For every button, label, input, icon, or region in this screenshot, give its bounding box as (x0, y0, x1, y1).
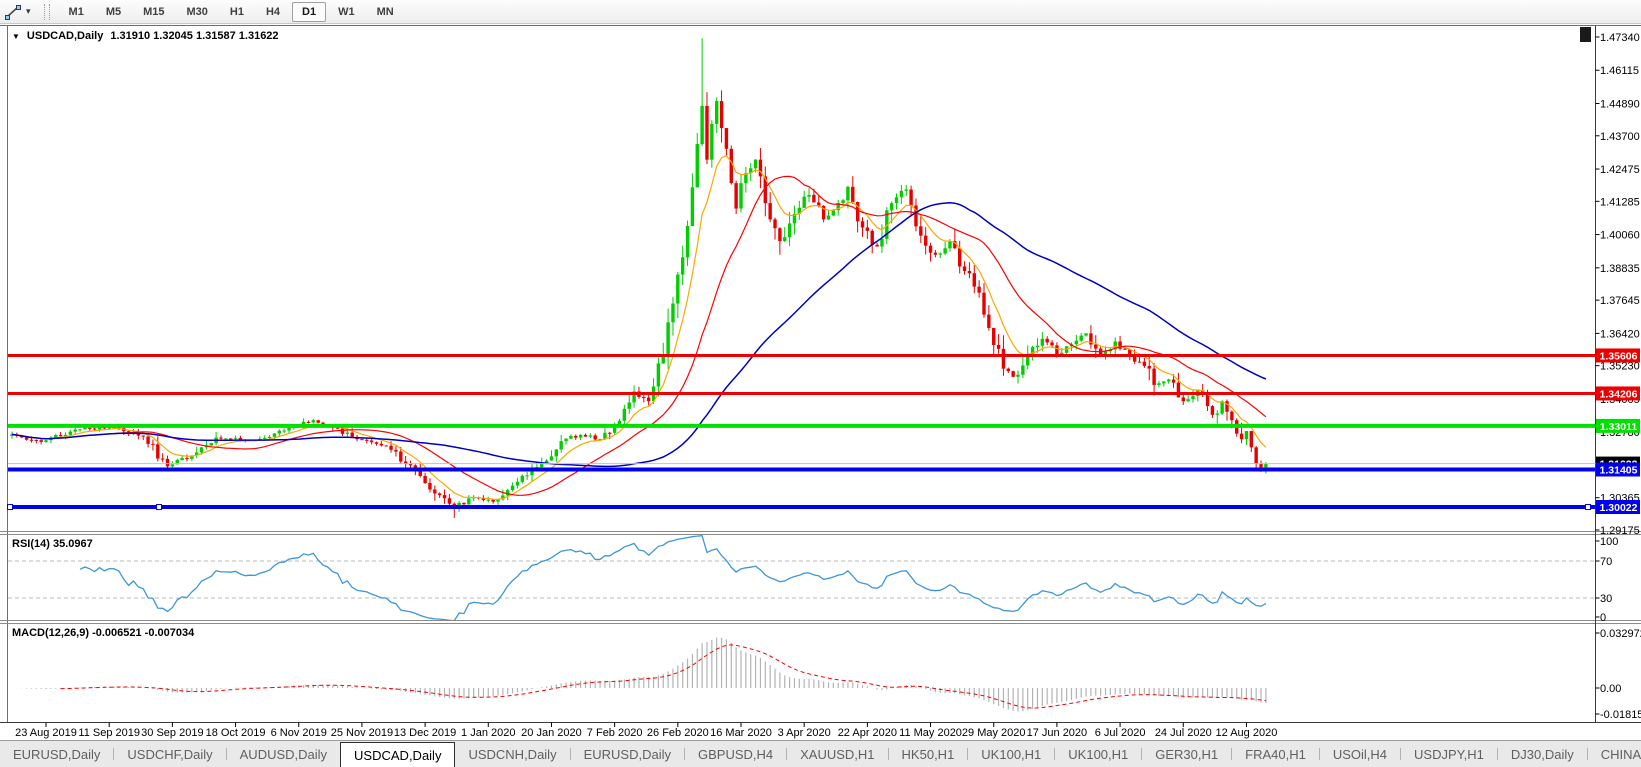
timeframe-button-group: M1M5M15M30H1H4D1W1MN (58, 2, 405, 22)
svg-text:16 Mar 2020: 16 Mar 2020 (710, 727, 772, 739)
top-toolbar: ▾ M1M5M15M30H1H4D1W1MN (0, 0, 1641, 24)
macd-axis[interactable]: 0.032972 0.00 -0.018154 (1596, 628, 1641, 721)
tab-usdcnh-daily[interactable]: USDCNH,Daily (455, 741, 569, 767)
timeframe-button-m5[interactable]: M5 (96, 2, 131, 22)
svg-text:1.44890: 1.44890 (1600, 98, 1640, 110)
tab-fra40-h1[interactable]: FRA40,H1 (1232, 741, 1319, 767)
svg-text:1.38835: 1.38835 (1600, 263, 1640, 275)
svg-text:0.032972: 0.032972 (1600, 628, 1641, 640)
svg-text:20 Jan 2020: 20 Jan 2020 (521, 727, 582, 739)
timeframe-button-w1[interactable]: W1 (328, 2, 365, 22)
tab-uk100-h1[interactable]: UK100,H1 (1055, 741, 1141, 767)
tab-uk100-h1[interactable]: UK100,H1 (968, 741, 1054, 767)
timeframe-button-m1[interactable]: M1 (59, 2, 94, 22)
hline-selection-handle[interactable] (157, 505, 162, 510)
svg-text:29 May 2020: 29 May 2020 (962, 727, 1026, 739)
svg-text:25 Nov 2019: 25 Nov 2019 (331, 727, 393, 739)
timeframe-button-h4[interactable]: H4 (256, 2, 290, 22)
tab-gbpusd-h4[interactable]: GBPUSD,H4 (685, 741, 786, 767)
svg-text:70: 70 (1600, 556, 1612, 568)
tab-usdjpy-h1[interactable]: USDJPY,H1 (1401, 741, 1497, 767)
svg-text:17 Jun 2020: 17 Jun 2020 (1027, 727, 1088, 739)
svg-text:7 Feb 2020: 7 Feb 2020 (587, 727, 643, 739)
svg-text:0: 0 (1600, 612, 1606, 624)
svg-text:1.35606: 1.35606 (1600, 350, 1638, 362)
timeframe-button-d1[interactable]: D1 (292, 2, 326, 22)
chart-tabs: EURUSD,DailyUSDCHF,DailyAUDUSD,DailyUSDC… (0, 741, 1641, 767)
candlestick-series (10, 38, 1267, 518)
svg-text:1.34206: 1.34206 (1600, 388, 1638, 400)
timeframe-button-m30[interactable]: M30 (177, 2, 218, 22)
chart-symbol-label: USDCAD,Daily (27, 30, 103, 42)
svg-text:24 Jul 2020: 24 Jul 2020 (1155, 727, 1212, 739)
price-badge-1.35606: 1.35606 (1596, 348, 1640, 362)
svg-text:12 Aug 2020: 12 Aug 2020 (1216, 727, 1278, 739)
svg-text:1.33011: 1.33011 (1600, 421, 1638, 433)
tool-dropdown-arrow-icon[interactable]: ▾ (26, 6, 31, 17)
line-studies-tool-button[interactable]: ▾ (0, 4, 34, 20)
timeframe-button-h1[interactable]: H1 (220, 2, 254, 22)
price-badge-1.34206: 1.34206 (1596, 386, 1640, 400)
svg-text:1.43700: 1.43700 (1600, 131, 1640, 143)
svg-text:6 Jul 2020: 6 Jul 2020 (1095, 727, 1146, 739)
svg-text:6 Nov 2019: 6 Nov 2019 (271, 727, 327, 739)
svg-text:1.31405: 1.31405 (1600, 464, 1638, 476)
timeframe-button-m15[interactable]: M15 (133, 2, 174, 22)
tab-dj30-daily[interactable]: DJ30,Daily (1498, 741, 1587, 767)
svg-text:18 Oct 2019: 18 Oct 2019 (206, 727, 266, 739)
svg-text:1.40060: 1.40060 (1600, 230, 1640, 242)
svg-text:13 Dec 2019: 13 Dec 2019 (394, 727, 456, 739)
svg-text:-0.018154: -0.018154 (1600, 709, 1641, 721)
tab-eurusd-daily[interactable]: EURUSD,Daily (571, 741, 684, 767)
price-badge-1.33011: 1.33011 (1596, 419, 1640, 433)
tab-usoil-h4[interactable]: USOil,H4 (1320, 741, 1400, 767)
tab-usdcad-daily[interactable]: USDCAD,Daily (340, 742, 455, 767)
svg-text:22 Apr 2020: 22 Apr 2020 (838, 727, 897, 739)
price-badge-1.31405: 1.31405 (1596, 462, 1640, 476)
rsi-line (80, 536, 1266, 621)
svg-text:26 Feb 2020: 26 Feb 2020 (647, 727, 709, 739)
svg-text:30 Sep 2019: 30 Sep 2019 (141, 727, 203, 739)
tab-xauusd-h1[interactable]: XAUUSD,H1 (787, 741, 887, 767)
tab-ger30-h1[interactable]: GER30,H1 (1142, 741, 1231, 767)
svg-text:1.47340: 1.47340 (1600, 32, 1640, 44)
trendline-tool-icon (4, 4, 22, 20)
chart-header: ▼ USDCAD,Daily 1.31910 1.32045 1.31587 1… (12, 30, 279, 42)
svg-text:1 Jan 2020: 1 Jan 2020 (461, 727, 515, 739)
svg-text:1.41285: 1.41285 (1600, 196, 1640, 208)
hline-selection-handle[interactable] (8, 505, 13, 510)
chart-tab-bar: EURUSD,DailyUSDCHF,DailyAUDUSD,DailyUSDC… (0, 740, 1641, 767)
tab-hk50-h1[interactable]: HK50,H1 (889, 741, 968, 767)
svg-text:0.00: 0.00 (1600, 683, 1621, 695)
tab-china300-h1[interactable]: CHINA300,H1 (1588, 741, 1641, 767)
macd-signal-line (61, 645, 1266, 708)
svg-text:1.30022: 1.30022 (1600, 502, 1638, 514)
price-badge-1.30022: 1.30022 (1596, 500, 1640, 514)
price-chart-canvas[interactable]: 1.47340 1.46115 1.44890 1.43700 1.42475 1.412… (0, 0, 1641, 767)
svg-text:11 Sep 2019: 11 Sep 2019 (78, 727, 140, 739)
toolbar-grip[interactable] (44, 4, 50, 20)
svg-text:1.42475: 1.42475 (1600, 164, 1640, 176)
macd-indicator-label: MACD(12,26,9) -0.006521 -0.007034 (12, 627, 194, 639)
tab-eurusd-daily[interactable]: EURUSD,Daily (0, 741, 113, 767)
svg-text:23 Aug 2019: 23 Aug 2019 (15, 727, 77, 739)
time-axis[interactable]: 23 Aug 201911 Sep 201930 Sep 201918 Oct … (15, 723, 1277, 740)
tab-audusd-daily[interactable]: AUDUSD,Daily (227, 741, 340, 767)
rsi-axis[interactable]: 100 70 30 0 (1596, 536, 1619, 624)
svg-text:30: 30 (1600, 593, 1612, 605)
svg-text:11 May 2020: 11 May 2020 (899, 727, 962, 739)
svg-text:100: 100 (1600, 536, 1618, 548)
chart-ohlc-values: 1.31910 1.32045 1.31587 1.31622 (110, 30, 278, 42)
tab-usdchf-daily[interactable]: USDCHF,Daily (114, 741, 225, 767)
svg-text:1.37645: 1.37645 (1600, 295, 1640, 307)
timeframe-button-mn[interactable]: MN (367, 2, 404, 22)
macd-histogram (17, 638, 1266, 712)
svg-text:1.46115: 1.46115 (1600, 65, 1639, 77)
chart-menu-arrow-icon[interactable]: ▼ (12, 32, 20, 41)
svg-text:3 Apr 2020: 3 Apr 2020 (778, 727, 831, 739)
hline-selection-handle[interactable] (1586, 505, 1591, 510)
svg-text:1.36420: 1.36420 (1600, 328, 1640, 340)
rsi-indicator-label: RSI(14) 35.0967 (12, 538, 93, 550)
chart-shift-marker[interactable] (1580, 27, 1591, 42)
